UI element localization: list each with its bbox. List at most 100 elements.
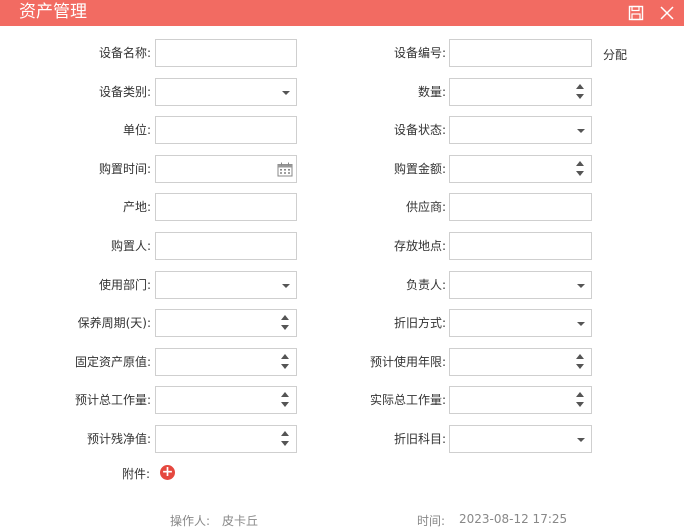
field-value-right-5[interactable] <box>450 233 591 259</box>
field-value-right-8[interactable] <box>450 349 591 375</box>
field-label-left-2: 单位: <box>122 123 151 137</box>
increment-icon[interactable] <box>576 84 584 89</box>
increment-icon[interactable] <box>281 315 289 320</box>
select-right-2[interactable] <box>449 116 592 144</box>
field-value-left-1[interactable] <box>156 79 296 105</box>
chevron-down-icon[interactable] <box>577 438 585 442</box>
input-right-4[interactable] <box>449 193 592 221</box>
field-value-left-2[interactable] <box>156 117 296 143</box>
field-value-left-6[interactable] <box>156 272 296 298</box>
title-bar: 资产管理 <box>0 0 684 26</box>
number-input-left-9[interactable] <box>155 386 297 414</box>
time-value: 2023-08-12 17:25 <box>459 512 568 526</box>
field-label-left-1: 设备类别: <box>98 85 151 99</box>
increment-icon[interactable] <box>281 431 289 436</box>
increment-icon[interactable] <box>576 392 584 397</box>
select-left-6[interactable] <box>155 271 297 299</box>
spinner-arrows-icon[interactable] <box>576 354 584 370</box>
date-input-left-3[interactable] <box>155 155 297 183</box>
field-label-right-1: 数量: <box>417 85 446 99</box>
field-label-left-3: 购置时间: <box>98 162 151 176</box>
number-input-left-10[interactable] <box>155 425 297 453</box>
increment-icon[interactable] <box>281 392 289 397</box>
input-right-5[interactable] <box>449 232 592 260</box>
field-value-right-0[interactable] <box>450 40 591 66</box>
number-input-right-3[interactable] <box>449 155 592 183</box>
increment-icon[interactable] <box>281 354 289 359</box>
decrement-icon[interactable] <box>281 402 289 407</box>
select-left-1[interactable] <box>155 78 297 106</box>
field-value-right-9[interactable] <box>450 387 591 413</box>
field-value-left-5[interactable] <box>156 233 296 259</box>
field-value-right-1[interactable] <box>450 79 591 105</box>
number-input-right-9[interactable] <box>449 386 592 414</box>
number-input-left-7[interactable] <box>155 309 297 337</box>
field-value-left-10[interactable] <box>156 426 296 452</box>
field-label-left-5: 购置人: <box>110 239 151 253</box>
operator-name: 皮卡丘 <box>222 514 259 528</box>
field-value-right-4[interactable] <box>450 194 591 220</box>
select-right-6[interactable] <box>449 271 592 299</box>
field-value-left-7[interactable] <box>156 310 296 336</box>
input-left-4[interactable] <box>155 193 297 221</box>
decrement-icon[interactable] <box>576 364 584 369</box>
increment-icon[interactable] <box>576 354 584 359</box>
field-label-left-10: 预计残净值: <box>86 432 151 446</box>
field-value-left-8[interactable] <box>156 349 296 375</box>
number-input-left-8[interactable] <box>155 348 297 376</box>
select-right-10[interactable] <box>449 425 592 453</box>
field-value-right-7[interactable] <box>450 310 591 336</box>
plus-circle-icon[interactable]: + <box>160 465 175 480</box>
field-label-left-0: 设备名称: <box>98 46 151 60</box>
field-label-left-9: 预计总工作量: <box>74 393 151 407</box>
input-left-5[interactable] <box>155 232 297 260</box>
spinner-arrows-icon[interactable] <box>281 315 289 331</box>
input-right-0[interactable] <box>449 39 592 67</box>
attachment-label: 附件: <box>121 467 150 481</box>
number-input-right-8[interactable] <box>449 348 592 376</box>
calendar-icon[interactable] <box>277 162 293 180</box>
field-value-right-10[interactable] <box>450 426 591 452</box>
field-value-left-4[interactable] <box>156 194 296 220</box>
spinner-arrows-icon[interactable] <box>576 84 584 100</box>
assign-link[interactable]: 分配 <box>603 46 627 63</box>
field-value-right-6[interactable] <box>450 272 591 298</box>
field-value-left-3[interactable] <box>156 156 296 182</box>
decrement-icon[interactable] <box>576 171 584 176</box>
spinner-arrows-icon[interactable] <box>281 354 289 370</box>
number-input-right-1[interactable] <box>449 78 592 106</box>
field-value-right-3[interactable] <box>450 156 591 182</box>
chevron-down-icon[interactable] <box>282 91 290 95</box>
decrement-icon[interactable] <box>281 441 289 446</box>
input-left-2[interactable] <box>155 116 297 144</box>
save-icon[interactable] <box>626 3 646 23</box>
spinner-arrows-icon[interactable] <box>576 161 584 177</box>
field-label-left-4: 产地: <box>122 200 151 214</box>
chevron-down-icon[interactable] <box>282 284 290 288</box>
decrement-icon[interactable] <box>281 364 289 369</box>
spinner-arrows-icon[interactable] <box>281 392 289 408</box>
decrement-icon[interactable] <box>576 94 584 99</box>
select-right-7[interactable] <box>449 309 592 337</box>
increment-icon[interactable] <box>576 161 584 166</box>
field-label-right-2: 设备状态: <box>393 123 446 137</box>
time-label: 时间: <box>417 514 446 528</box>
field-label-right-6: 负责人: <box>405 278 446 292</box>
chevron-down-icon[interactable] <box>577 129 585 133</box>
operator-label: 操作人: <box>170 514 211 528</box>
field-value-left-9[interactable] <box>156 387 296 413</box>
chevron-down-icon[interactable] <box>577 322 585 326</box>
close-icon[interactable] <box>657 3 677 23</box>
field-label-left-8: 固定资产原值: <box>74 355 151 369</box>
decrement-icon[interactable] <box>576 402 584 407</box>
spinner-arrows-icon[interactable] <box>281 431 289 447</box>
decrement-icon[interactable] <box>281 325 289 330</box>
field-value-left-0[interactable] <box>156 40 296 66</box>
field-label-right-3: 购置金额: <box>393 162 446 176</box>
field-label-right-7: 折旧方式: <box>393 316 446 330</box>
field-label-left-6: 使用部门: <box>98 278 151 292</box>
field-value-right-2[interactable] <box>450 117 591 143</box>
input-left-0[interactable] <box>155 39 297 67</box>
chevron-down-icon[interactable] <box>577 284 585 288</box>
spinner-arrows-icon[interactable] <box>576 392 584 408</box>
